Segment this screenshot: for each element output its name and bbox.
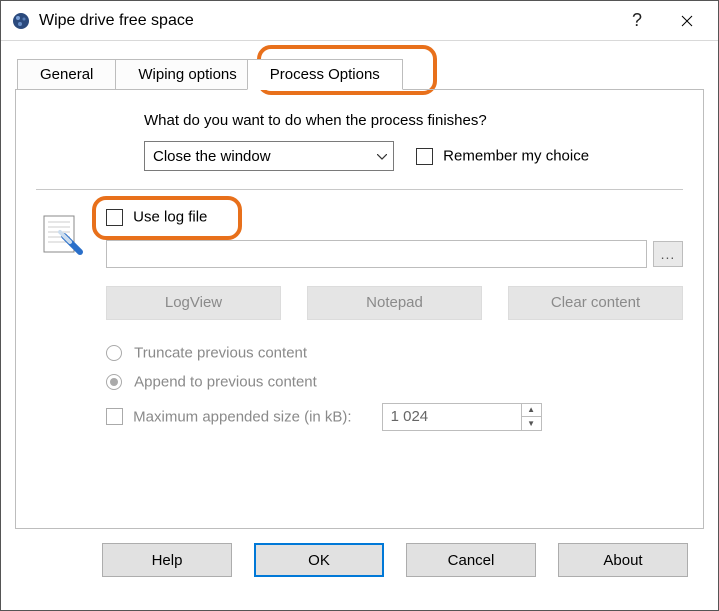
tab-panel: What do you want to do when the process …: [15, 89, 704, 529]
finish-action-combo[interactable]: Close the window: [144, 141, 394, 171]
logview-button[interactable]: LogView: [106, 286, 281, 320]
truncate-label: Truncate previous content: [134, 344, 307, 361]
browse-button[interactable]: ...: [653, 241, 683, 267]
cancel-button[interactable]: Cancel: [406, 543, 536, 577]
radio-icon: [106, 374, 122, 390]
spinner-down-icon[interactable]: ▼: [522, 417, 541, 430]
separator: [36, 189, 683, 190]
checkbox-icon: [106, 408, 123, 425]
help-button-titlebar[interactable]: ?: [614, 6, 660, 36]
about-button[interactable]: About: [558, 543, 688, 577]
chevron-down-icon: [377, 149, 387, 163]
append-radio[interactable]: Append to previous content: [106, 373, 683, 391]
max-size-label: Maximum appended size (in kB):: [133, 408, 351, 425]
max-size-checkbox[interactable]: Maximum appended size (in kB):: [106, 408, 352, 426]
use-log-file-label: Use log file: [133, 209, 207, 226]
spinner-up-icon[interactable]: ▲: [522, 404, 541, 418]
notepad-button[interactable]: Notepad: [307, 286, 482, 320]
finish-action-value: Close the window: [153, 148, 271, 165]
max-size-value: 1 024: [383, 408, 521, 425]
use-log-file-checkbox[interactable]: Use log file: [106, 208, 207, 225]
tab-process-options[interactable]: Process Options: [247, 59, 403, 90]
close-button[interactable]: [664, 6, 710, 36]
tab-strip: General Wiping options Process Options: [15, 59, 704, 90]
max-size-spinner[interactable]: 1 024 ▲ ▼: [382, 403, 542, 431]
remember-choice-label: Remember my choice: [443, 148, 589, 165]
tab-wiping-options[interactable]: Wiping options: [115, 59, 247, 90]
app-icon: [11, 11, 31, 31]
truncate-radio[interactable]: Truncate previous content: [106, 344, 683, 362]
clear-content-button[interactable]: Clear content: [508, 286, 683, 320]
radio-icon: [106, 345, 122, 361]
spinner-buttons: ▲ ▼: [521, 404, 541, 430]
titlebar: Wipe drive free space ?: [1, 1, 718, 41]
remember-choice-checkbox[interactable]: Remember my choice: [416, 147, 589, 165]
checkbox-icon: [416, 148, 433, 165]
finish-question-label: What do you want to do when the process …: [144, 112, 683, 129]
ok-button[interactable]: OK: [254, 543, 384, 577]
dialog-footer: Help OK Cancel About: [15, 529, 704, 577]
help-button[interactable]: Help: [102, 543, 232, 577]
tab-general[interactable]: General: [17, 59, 116, 90]
window-title: Wipe drive free space: [39, 12, 614, 30]
log-file-icon: [40, 212, 86, 258]
append-label: Append to previous content: [134, 374, 317, 391]
checkbox-icon: [106, 209, 123, 226]
log-path-input[interactable]: [106, 240, 647, 268]
